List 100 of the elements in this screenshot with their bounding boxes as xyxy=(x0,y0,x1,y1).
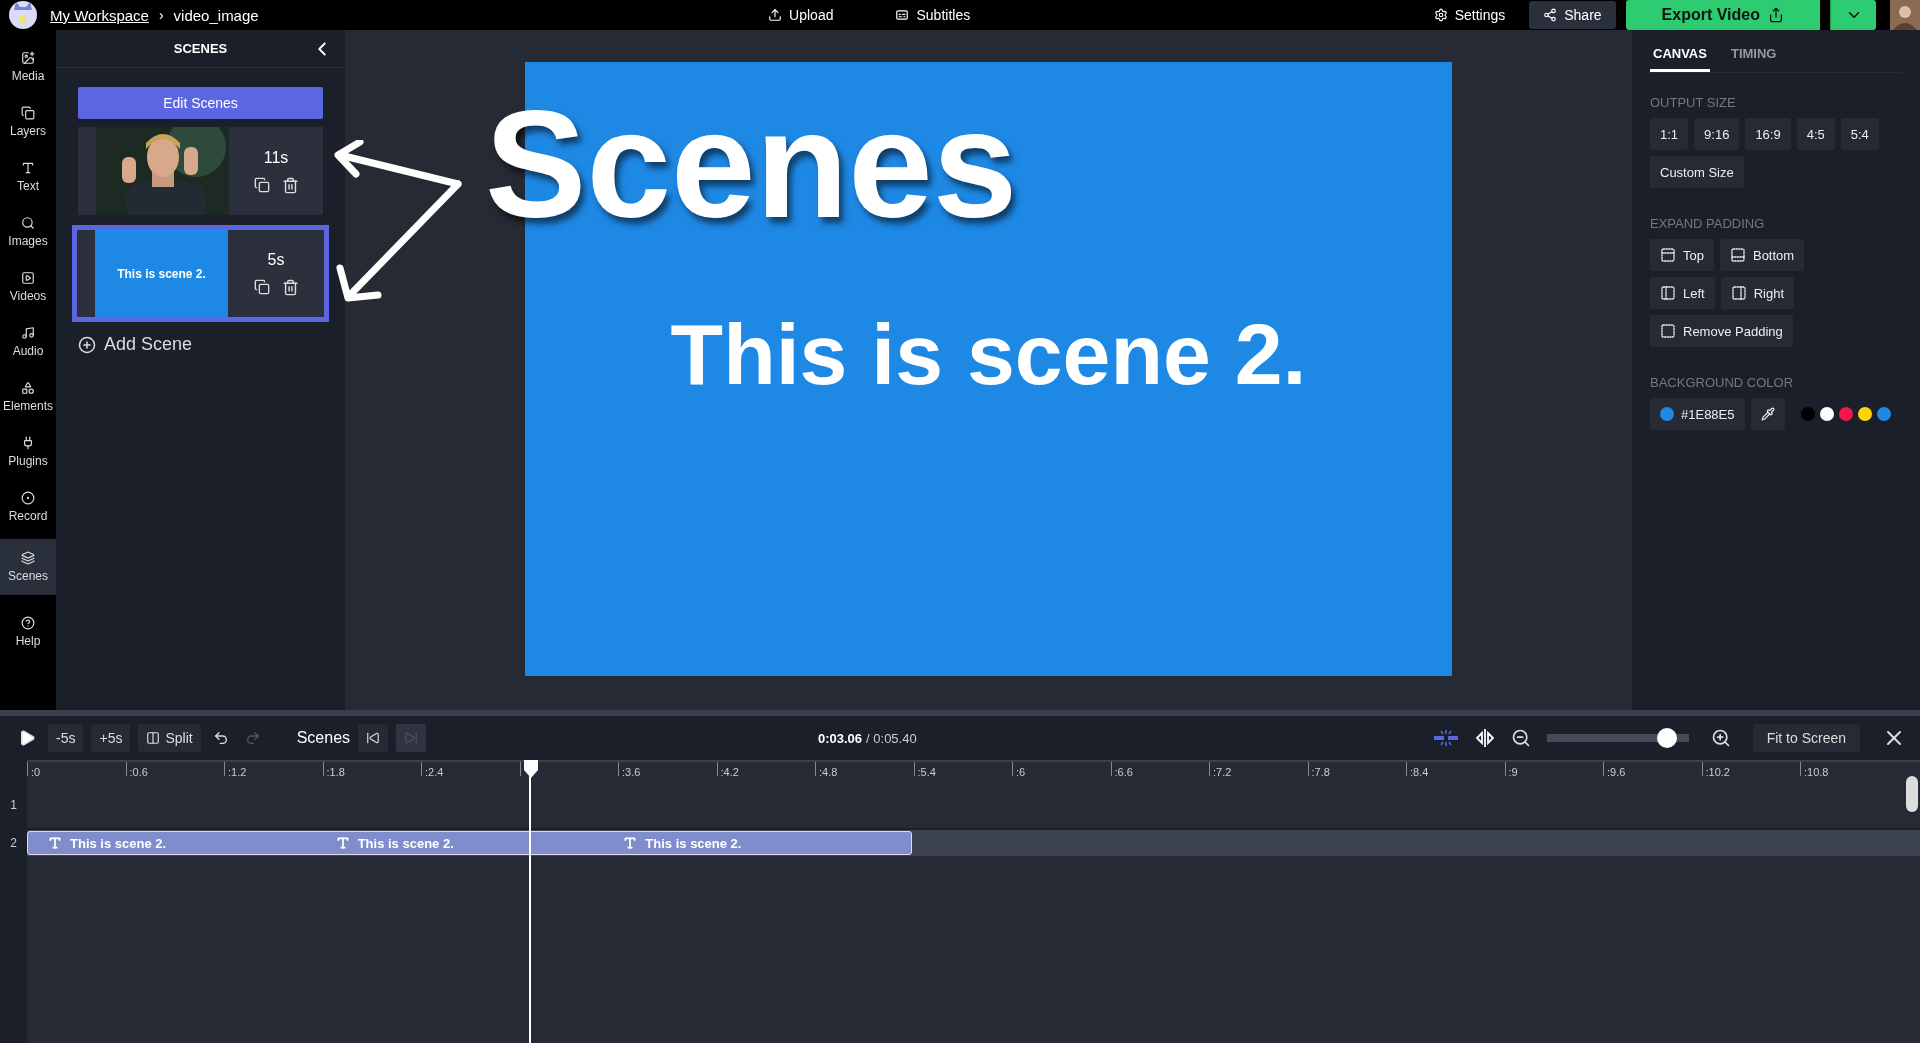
settings-button[interactable]: Settings xyxy=(1419,1,1520,29)
scene-duration: 11s xyxy=(263,148,289,167)
aspect-ratio-button[interactable]: 1:1 xyxy=(1650,118,1689,150)
fit-to-screen-button[interactable]: Fit to Screen xyxy=(1752,724,1860,752)
split-button[interactable]: Split xyxy=(138,724,201,752)
aspect-ratio-button[interactable]: 4:5 xyxy=(1796,118,1835,150)
text-icon xyxy=(623,836,638,850)
clip-label: This is scene 2. xyxy=(70,835,167,851)
track-number: 2 xyxy=(0,830,27,856)
sidebar-item[interactable]: Scenes xyxy=(0,539,56,595)
tab[interactable]: TIMING xyxy=(1727,46,1780,72)
color-swatch[interactable] xyxy=(1800,407,1815,421)
export-button[interactable]: Export Video xyxy=(1625,0,1820,30)
scene-duration: 5s xyxy=(267,251,285,269)
ruler-label: :6.6 xyxy=(1114,766,1133,778)
upload-button[interactable]: Upload xyxy=(754,1,848,29)
sidebar-item[interactable]: Text xyxy=(0,154,56,200)
padding-button[interactable]: Bottom xyxy=(1719,239,1805,271)
padding-button[interactable]: Left xyxy=(1650,277,1715,309)
ruler-label: :0 xyxy=(31,766,41,778)
ruler-label: :7.8 xyxy=(1311,766,1330,778)
trash-icon xyxy=(281,176,299,194)
ruler-label: :6 xyxy=(1016,766,1026,778)
plus-icon xyxy=(78,335,96,354)
track-row[interactable]: 2 This is scene 2. This is scene 2. This is scene 2. xyxy=(0,830,1920,856)
help-icon xyxy=(21,616,35,630)
remove-padding-button[interactable]: Remove Padding xyxy=(1650,315,1793,347)
aspect-ratio-button[interactable]: 16:9 xyxy=(1745,118,1791,150)
sidebar-item[interactable]: Layers xyxy=(0,99,56,145)
ruler-label: :1.2 xyxy=(228,766,247,778)
color-swatch[interactable] xyxy=(1819,407,1834,421)
delete-button[interactable] xyxy=(281,176,299,194)
ruler-label: :1.8 xyxy=(326,766,345,778)
color-swatch[interactable] xyxy=(1857,407,1872,421)
text-icon xyxy=(335,836,350,850)
settings-icon xyxy=(1433,8,1448,22)
scenes-label: Scenes xyxy=(296,729,351,747)
padding-button[interactable]: Top xyxy=(1650,239,1714,271)
section-heading: EXPAND PADDING xyxy=(1650,216,1766,231)
section-heading: OUTPUT SIZE xyxy=(1650,95,1737,110)
text-icon xyxy=(48,836,62,850)
playhead-marker-icon[interactable] xyxy=(523,760,538,778)
ruler-label: :4.8 xyxy=(819,766,838,778)
share-button[interactable]: Share xyxy=(1529,1,1616,29)
flip-icon xyxy=(1474,728,1495,748)
eyedropper-icon xyxy=(1760,407,1775,421)
skip-back-button[interactable]: -5s xyxy=(48,724,84,752)
canvas-text: This is scene 2. xyxy=(670,304,1307,404)
scene-card[interactable]: This is scene 2. 5s xyxy=(72,225,329,322)
sidebar-item[interactable]: Plugins xyxy=(0,429,56,475)
square-icon xyxy=(1660,323,1676,339)
export-icon xyxy=(1768,7,1784,23)
tab[interactable]: CANVAS xyxy=(1650,46,1710,72)
slider-thumb[interactable] xyxy=(1657,728,1678,748)
split-icon xyxy=(146,731,161,745)
snap-icon xyxy=(1432,729,1459,747)
ruler-label: :10.2 xyxy=(1705,766,1730,778)
custom-size-button[interactable]: Custom Size xyxy=(1650,156,1744,188)
sidebar-item[interactable]: Videos xyxy=(0,264,56,310)
clip-label: This is scene 2. xyxy=(357,835,454,851)
add-scene-button[interactable]: Add Scene xyxy=(78,334,323,355)
avatar[interactable] xyxy=(1890,0,1920,30)
aspect-ratio-button[interactable]: 9:16 xyxy=(1694,118,1740,150)
sidebar-item[interactable]: Audio xyxy=(0,319,56,365)
track-row[interactable]: 1 xyxy=(0,782,1920,828)
track-number: 1 xyxy=(0,782,27,828)
sidebar-item[interactable]: Record xyxy=(0,484,56,530)
ruler-label: :5.4 xyxy=(917,766,936,778)
delete-button[interactable] xyxy=(281,279,299,296)
padding-button[interactable]: Right xyxy=(1720,277,1795,309)
sidebar-item[interactable]: Images xyxy=(0,209,56,255)
clip-label: This is scene 2. xyxy=(645,835,742,851)
sidebar-item[interactable]: Elements xyxy=(0,374,56,420)
color-preview xyxy=(1660,407,1674,421)
skip-forward-icon xyxy=(404,731,419,745)
plug-icon xyxy=(21,436,35,450)
edit-scenes-button[interactable]: Edit Scenes xyxy=(78,87,323,119)
sidebar-item[interactable]: Media xyxy=(0,44,56,90)
scrollbar-thumb[interactable] xyxy=(1906,776,1918,812)
workspace-link[interactable]: My Workspace xyxy=(50,6,149,24)
logo[interactable] xyxy=(6,0,40,30)
trash-icon xyxy=(281,279,299,296)
previous-scene-button[interactable] xyxy=(358,724,389,752)
aspect-ratio-button[interactable]: 5:4 xyxy=(1840,118,1879,150)
undo-icon xyxy=(212,730,229,746)
duplicate-button[interactable] xyxy=(253,279,270,296)
ruler-label: :8.4 xyxy=(1410,766,1429,778)
panel-left-icon xyxy=(1660,285,1676,301)
duplicate-button[interactable] xyxy=(253,176,270,194)
panel-top-icon xyxy=(1660,247,1676,263)
color-field[interactable]: #1E88E5 xyxy=(1650,398,1745,430)
ruler-label: :10.8 xyxy=(1804,766,1829,778)
color-swatch[interactable] xyxy=(1838,407,1853,421)
scene-text: This is scene 2. xyxy=(117,266,206,281)
color-swatch[interactable] xyxy=(1876,407,1891,421)
text-icon xyxy=(21,161,35,175)
eyedropper-button[interactable] xyxy=(1750,398,1785,430)
subtitles-button[interactable]: Subtitles xyxy=(881,1,985,29)
sidebar-item[interactable]: Help xyxy=(0,609,56,655)
skip-forward-button[interactable]: +5s xyxy=(91,724,131,752)
